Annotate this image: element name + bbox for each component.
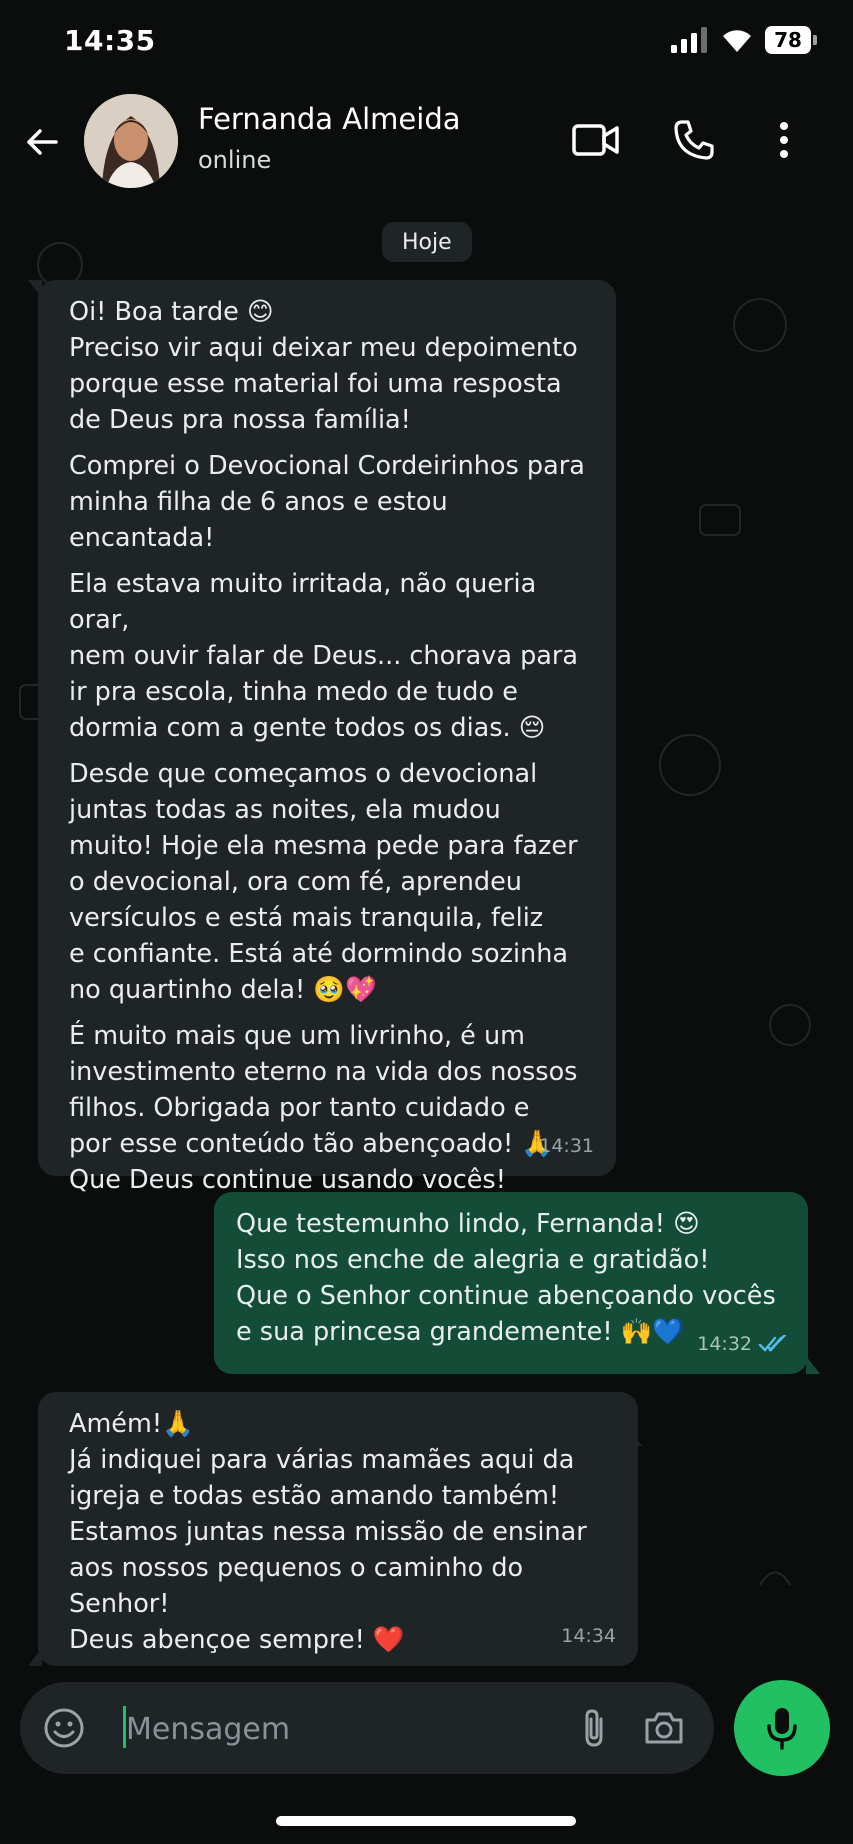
- message-paragraph: É muito mais que um livrinho, é um inves…: [69, 1021, 578, 1195]
- avatar-photo: [84, 94, 178, 188]
- date-separator: Hoje: [382, 222, 472, 262]
- contact-status: online: [198, 146, 272, 174]
- message-paragraph: Ela estava muito irritada, não queria or…: [69, 569, 579, 743]
- message-bubble-incoming[interactable]: Oi! Boa tarde 😊 Preciso vir aqui deixar …: [28, 280, 616, 1195]
- contact-name[interactable]: Fernanda Almeida: [198, 102, 461, 136]
- message-timestamp: 14:31: [539, 1135, 594, 1157]
- message-timestamp: 14:34: [561, 1625, 616, 1647]
- message-paragraph: Comprei o Devocional Cordeirinhos para m…: [69, 451, 585, 553]
- arrow-left-icon: [27, 129, 58, 155]
- message-input[interactable]: [124, 1700, 568, 1758]
- message-paragraph: Amém!🙏 Já indiquei para várias mamães aq…: [69, 1409, 587, 1655]
- camera-button[interactable]: [638, 1702, 690, 1754]
- paperclip-icon: [585, 1709, 603, 1747]
- message-bubble-outgoing[interactable]: Que testemunho lindo, Fernanda! 😍 Isso n…: [214, 1192, 820, 1374]
- more-options-button[interactable]: [756, 112, 812, 168]
- message-paragraph: Oi! Boa tarde 😊 Preciso vir aqui deixar …: [69, 297, 578, 435]
- emoji-button[interactable]: [38, 1702, 90, 1754]
- microphone-icon: [767, 1708, 797, 1750]
- back-button[interactable]: [18, 118, 66, 166]
- signal-icon: [671, 27, 707, 53]
- status-icons: 78: [671, 26, 817, 54]
- voice-message-button[interactable]: [734, 1680, 830, 1776]
- home-indicator[interactable]: [276, 1816, 576, 1826]
- message-composer: [20, 1682, 714, 1774]
- wifi-icon: [723, 30, 751, 52]
- status-time: 14:35: [64, 24, 156, 57]
- message-paragraph: Desde que começamos o devocional juntas …: [69, 759, 578, 1005]
- attach-button[interactable]: [568, 1702, 620, 1754]
- message-time: 14:32: [697, 1326, 788, 1362]
- message-time: 14:31: [539, 1128, 594, 1164]
- smiley-icon: [44, 1708, 84, 1748]
- message-timestamp: 14:32: [697, 1333, 752, 1355]
- video-camera-icon: [572, 124, 619, 156]
- bubble-tail: [28, 1648, 42, 1666]
- message-bubble-incoming[interactable]: Amém!🙏 Já indiquei para várias mamães aq…: [28, 1392, 638, 1666]
- battery-indicator: 78: [765, 26, 817, 54]
- video-call-button[interactable]: [568, 112, 624, 168]
- bubble-tail: [28, 280, 42, 298]
- voice-call-button[interactable]: [666, 112, 722, 168]
- phone-icon: [674, 120, 714, 160]
- camera-icon: [645, 1712, 683, 1744]
- contact-avatar[interactable]: [84, 94, 178, 188]
- message-time: 14:34: [561, 1618, 616, 1654]
- chat-screen: 14:35 78 Fernanda Almeida online Hoje Oi…: [0, 0, 853, 1844]
- battery-level: 78: [774, 28, 802, 52]
- double-check-icon: [758, 1335, 787, 1352]
- chat-header: Fernanda Almeida online: [0, 84, 853, 200]
- bubble-tail: [806, 1356, 820, 1374]
- status-bar: 14:35 78: [0, 0, 853, 84]
- more-vertical-icon: [780, 122, 788, 158]
